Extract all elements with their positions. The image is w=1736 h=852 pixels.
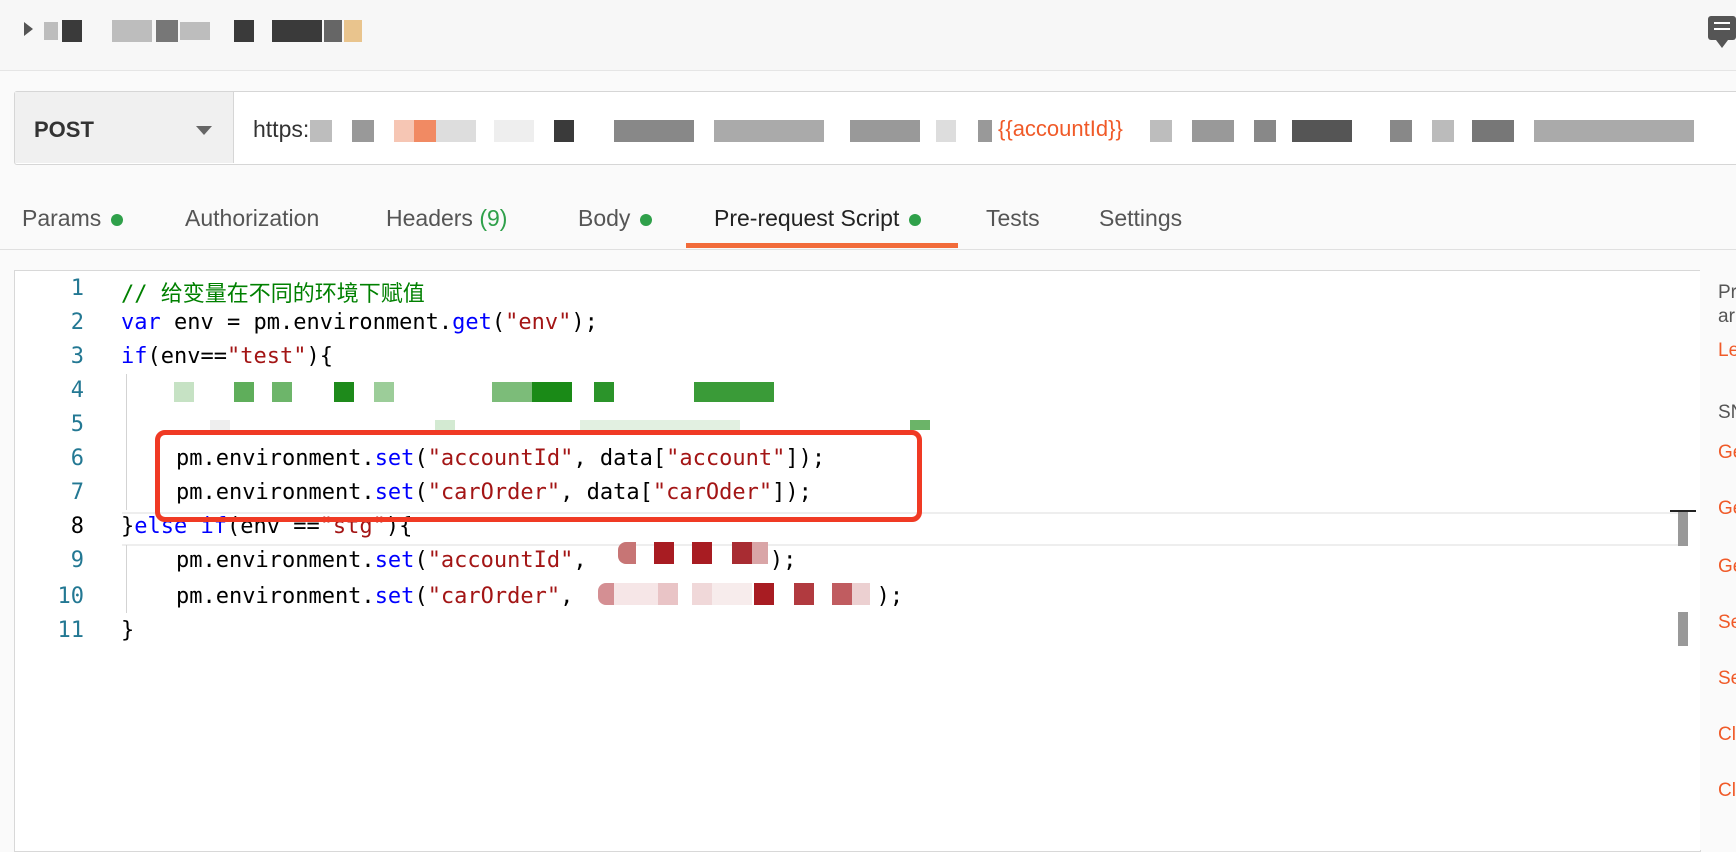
panel-link[interactable]: Le	[1718, 340, 1736, 362]
chevron-down-icon[interactable]	[196, 126, 212, 135]
tab-authorization[interactable]: Authorization	[185, 205, 319, 232]
line-number: 8	[70, 514, 84, 539]
line-number: 3	[70, 344, 84, 369]
scrollbar-thumb[interactable]	[1678, 612, 1688, 646]
tab-label: Pre-request Script	[714, 205, 900, 231]
line-number: 1	[70, 276, 84, 301]
snippet-link[interactable]: Cl	[1718, 780, 1736, 802]
tab-body[interactable]: Body	[578, 205, 653, 232]
snippet-link[interactable]: Ge	[1718, 556, 1736, 578]
line-number: 2	[70, 310, 84, 335]
line-number: 7	[70, 480, 84, 505]
status-dot	[640, 213, 653, 226]
status-dot	[111, 213, 124, 226]
tab-tests[interactable]: Tests	[986, 205, 1040, 232]
tab-label: Authorization	[185, 205, 320, 231]
code-line-9-redacted	[614, 542, 774, 564]
url-input[interactable]: https:	[253, 116, 309, 143]
tab-label: Tests	[986, 205, 1040, 231]
snippet-link[interactable]: Ge	[1718, 498, 1736, 520]
tab-headers[interactable]: Headers (9)	[386, 205, 507, 232]
panel-heading: SN	[1718, 402, 1736, 423]
scrollbar-thumb[interactable]	[1678, 512, 1688, 546]
active-tab-indicator	[686, 243, 958, 248]
indent-guide	[126, 545, 127, 613]
line-number: 11	[57, 618, 85, 643]
line-number: 5	[70, 412, 84, 437]
comment-icon[interactable]	[1708, 16, 1736, 48]
snippet-link[interactable]: Se	[1718, 668, 1736, 690]
request-name-redacted	[44, 20, 374, 42]
tab-params[interactable]: Params	[22, 205, 124, 232]
tab-settings[interactable]: Settings	[1099, 205, 1182, 232]
code-line-4-redacted	[174, 382, 774, 402]
annotation-highlight-box	[155, 430, 922, 522]
line-number: 9	[70, 548, 84, 573]
header-count: (9)	[479, 205, 508, 231]
url-redacted-part-1	[310, 120, 992, 142]
snippet-link[interactable]: Cl	[1718, 724, 1736, 746]
tab-label: Body	[578, 205, 631, 231]
code-line-1: // 给变量在不同的环境下赋值	[121, 282, 425, 307]
tab-label: Settings	[1099, 205, 1183, 231]
panel-text: ar	[1718, 306, 1735, 327]
url-redacted-part-2	[1150, 120, 1710, 142]
indent-guide	[126, 374, 127, 510]
status-dot	[909, 213, 922, 226]
line-number: 10	[57, 584, 85, 609]
code-line-3: if(env=="test"){	[121, 344, 333, 369]
code-line-10-redacted	[598, 583, 878, 605]
line-number: 6	[70, 446, 84, 471]
panel-text: Pr	[1718, 282, 1736, 303]
tab-label: Params	[22, 205, 102, 231]
tab-pre-request-script[interactable]: Pre-request Script	[714, 205, 922, 232]
snippet-link[interactable]: Se	[1718, 612, 1736, 634]
url-variable: {{accountId}}	[998, 116, 1123, 141]
line-number: 4	[70, 378, 84, 403]
code-line-2: var env = pm.environment.get("env");	[121, 310, 598, 335]
caret-right-icon[interactable]	[24, 22, 33, 36]
method-label: POST	[34, 117, 94, 142]
code-line-11: }	[121, 618, 135, 643]
tab-label: Headers	[386, 205, 473, 231]
snippet-link[interactable]: Ge	[1718, 442, 1736, 464]
